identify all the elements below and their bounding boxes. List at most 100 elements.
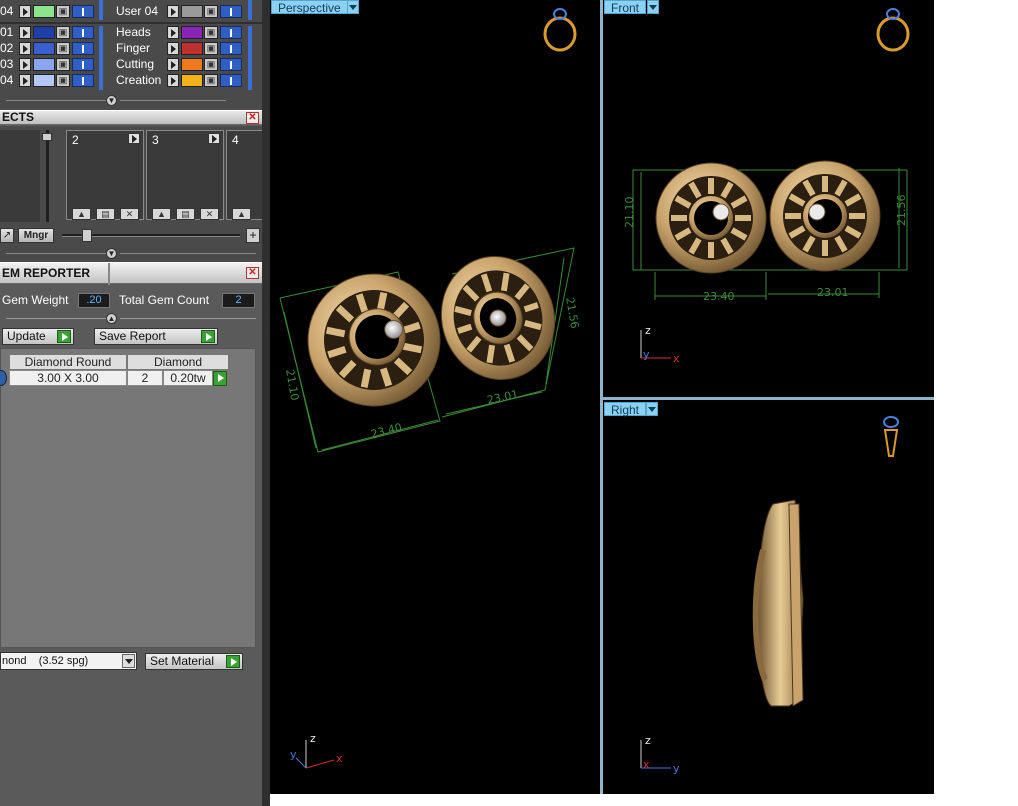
layer-color-swatch[interactable] xyxy=(33,26,55,39)
layer-expand-arrow-icon[interactable] xyxy=(19,42,31,55)
layer-lock-icon[interactable]: ▣ xyxy=(56,26,70,39)
scroll-left-icon[interactable]: ↗ xyxy=(0,228,14,243)
close-icon[interactable]: ✕ xyxy=(246,267,259,279)
right-viewport[interactable]: Right z y x xyxy=(603,400,934,794)
layer-expand-arrow-icon[interactable] xyxy=(19,58,31,71)
save-report-label: Save Report xyxy=(99,329,166,343)
layer-color-swatch[interactable] xyxy=(181,42,203,55)
layer-name: Creation xyxy=(116,73,162,87)
perspective-viewport[interactable]: Perspective 21.10 23.40 23.01 21.56 z x … xyxy=(270,0,600,794)
layer-visibility-toggle[interactable] xyxy=(72,5,94,18)
panel-splitter[interactable] xyxy=(262,0,270,806)
delete-icon[interactable]: ✕ xyxy=(120,208,139,220)
layer-lock-icon[interactable]: ▣ xyxy=(204,26,218,39)
layer-visibility-toggle[interactable] xyxy=(72,74,94,87)
layer-row[interactable]: 02 ▣ Finger ▣ xyxy=(0,41,262,57)
front-viewport[interactable]: Front 21.10 23.40 23.01 21.56 z x y xyxy=(603,0,934,397)
layer-color-swatch[interactable] xyxy=(33,58,55,71)
layer-lock-icon[interactable]: ▣ xyxy=(204,58,218,71)
layer-expand-arrow-icon[interactable] xyxy=(167,58,179,71)
delete-icon[interactable]: ✕ xyxy=(200,208,219,220)
dimension-label: 21.56 xyxy=(563,296,581,329)
layer-number: 03 xyxy=(0,57,14,71)
axis-z-label: z xyxy=(645,734,651,747)
save-icon[interactable]: ▤ xyxy=(96,208,115,220)
layer-color-swatch[interactable] xyxy=(181,5,203,18)
layer-lock-icon[interactable]: ▣ xyxy=(56,58,70,71)
objects-panel: 2 3 4 ▲ ▤ ✕ ▲ ▤ ✕ ▲ ↗ Mngr + ▼ xyxy=(0,126,262,262)
perspective-canvas: 21.10 23.40 23.01 21.56 z x y xyxy=(279,8,581,769)
axis-gizmo: z x y xyxy=(290,732,343,769)
layer-row[interactable]: 01 ▣ Heads ▣ xyxy=(0,25,262,41)
load-icon[interactable]: ▲ xyxy=(72,208,91,220)
layer-visibility-toggle[interactable] xyxy=(220,42,242,55)
object-slot[interactable]: 3 xyxy=(146,130,224,220)
slot-menu-arrow-icon[interactable] xyxy=(208,133,220,144)
layer-lock-icon[interactable]: ▣ xyxy=(56,42,70,55)
load-icon[interactable]: ▲ xyxy=(232,208,251,220)
object-list-scrollbar[interactable] xyxy=(42,130,52,222)
object-size-slider-thumb[interactable] xyxy=(82,229,92,242)
layer-visibility-toggle[interactable] xyxy=(220,5,242,18)
gem-weight-cell[interactable]: 0.20tw xyxy=(163,370,213,386)
load-icon[interactable]: ▲ xyxy=(152,208,171,220)
layer-color-swatch[interactable] xyxy=(33,42,55,55)
pendant-view-icon xyxy=(883,416,899,457)
layer-visibility-toggle[interactable] xyxy=(220,74,242,87)
layer-color-swatch[interactable] xyxy=(181,26,203,39)
layer-expand-arrow-icon[interactable] xyxy=(19,74,31,87)
chevron-down-icon[interactable] xyxy=(122,654,135,668)
axis-gizmo: z x y xyxy=(640,324,680,365)
dimension-label: 23.01 xyxy=(486,388,520,407)
layer-color-swatch[interactable] xyxy=(33,74,55,87)
gem-count-cell[interactable]: 2 xyxy=(127,370,163,386)
layer-color-swatch[interactable] xyxy=(181,58,203,71)
layer-expand-arrow-icon[interactable] xyxy=(19,26,31,39)
layer-number: 02 xyxy=(0,41,14,55)
layer-color-swatch[interactable] xyxy=(33,5,55,18)
add-object-button[interactable]: + xyxy=(246,228,260,243)
layer-visibility-toggle[interactable] xyxy=(72,42,94,55)
save-icon[interactable]: ▤ xyxy=(176,208,195,220)
layer-expand-arrow-icon[interactable] xyxy=(19,5,31,18)
save-report-button[interactable]: Save Report xyxy=(94,328,218,345)
manager-button[interactable]: Mngr xyxy=(18,228,54,243)
update-button[interactable]: Update xyxy=(2,328,74,345)
layer-visibility-toggle[interactable] xyxy=(72,26,94,39)
layer-expand-arrow-icon[interactable] xyxy=(167,5,179,18)
layer-visibility-toggle[interactable] xyxy=(72,58,94,71)
layer-visibility-toggle[interactable] xyxy=(220,58,242,71)
object-list[interactable] xyxy=(0,130,40,222)
layer-name: Heads xyxy=(116,25,151,39)
layer-color-swatch[interactable] xyxy=(181,74,203,87)
go-arrow-icon xyxy=(201,330,215,343)
close-icon[interactable]: ✕ xyxy=(246,112,259,124)
layer-expand-arrow-icon[interactable] xyxy=(167,42,179,55)
layer-number: 04 xyxy=(0,73,14,87)
layer-lock-icon[interactable]: ▣ xyxy=(56,74,70,87)
layer-lock-icon[interactable]: ▣ xyxy=(204,42,218,55)
layer-lock-icon[interactable]: ▣ xyxy=(204,5,218,18)
layer-row[interactable]: 04 ▣ User 04 ▣ xyxy=(0,4,262,20)
row-go-arrow-icon[interactable] xyxy=(213,371,227,386)
slot-menu-arrow-icon[interactable] xyxy=(128,133,140,144)
layer-lock-icon[interactable]: ▣ xyxy=(204,74,218,87)
layer-row[interactable]: 04 ▣ Creation ▣ xyxy=(0,73,262,89)
material-dropdown[interactable]: nond (3.52 spg) xyxy=(0,652,137,670)
axis-y-label: y xyxy=(643,348,650,361)
scroll-thumb[interactable] xyxy=(42,133,52,141)
collapse-chevron-icon[interactable]: ▼ xyxy=(106,95,117,106)
object-slot[interactable]: 2 xyxy=(66,130,144,220)
layer-expand-arrow-icon[interactable] xyxy=(167,74,179,87)
axis-z-label: z xyxy=(310,732,316,745)
set-material-button[interactable]: Set Material xyxy=(145,653,243,670)
layer-visibility-toggle[interactable] xyxy=(220,26,242,39)
collapse-chevron-icon[interactable]: ▼ xyxy=(106,248,117,259)
layer-lock-icon[interactable]: ▣ xyxy=(56,5,70,18)
layer-expand-arrow-icon[interactable] xyxy=(167,26,179,39)
layer-row[interactable]: 03 ▣ Cutting ▣ xyxy=(0,57,262,73)
object-slot[interactable]: 4 xyxy=(226,130,262,220)
gem-size-cell[interactable]: 3.00 X 3.00 xyxy=(9,370,127,386)
collapse-chevron-icon[interactable]: ▲ xyxy=(106,313,117,324)
front-canvas: 21.10 23.40 23.01 21.56 z x y xyxy=(623,8,910,365)
